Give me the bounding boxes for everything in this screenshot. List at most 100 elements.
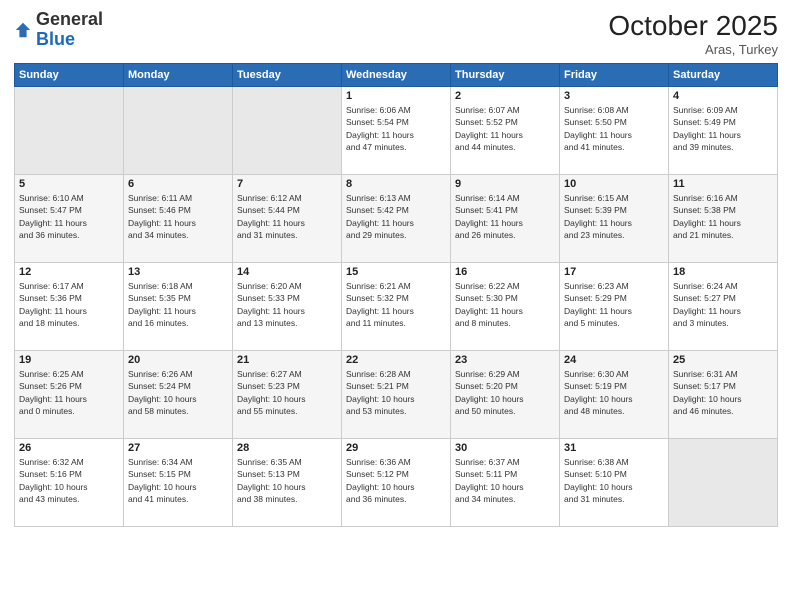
- cell-1-5: 10 Sunrise: 6:15 AM Sunset: 5:39 PM Dayli…: [560, 175, 669, 263]
- day-info-14: Sunrise: 6:20 AM Sunset: 5:33 PM Dayligh…: [237, 280, 337, 329]
- day-info-19: Sunrise: 6:25 AM Sunset: 5:26 PM Dayligh…: [19, 368, 119, 417]
- cell-1-1: 6 Sunrise: 6:11 AM Sunset: 5:46 PM Daylig…: [124, 175, 233, 263]
- day-info-11: Sunrise: 6:16 AM Sunset: 5:38 PM Dayligh…: [673, 192, 773, 241]
- weekday-saturday: Saturday: [669, 64, 778, 87]
- cell-4-2: 28Sunrise: 6:35 AM Sunset: 5:13 PM Dayli…: [233, 439, 342, 527]
- cell-4-3: 29Sunrise: 6:36 AM Sunset: 5:12 PM Dayli…: [342, 439, 451, 527]
- day-number-8: 8: [346, 178, 446, 190]
- header: General Blue October 2025 Aras, Turkey: [14, 10, 778, 57]
- day-info-30: Sunrise: 6:37 AM Sunset: 5:11 PM Dayligh…: [455, 456, 555, 505]
- day-number-3: 3: [564, 90, 664, 102]
- cell-1-2: 7 Sunrise: 6:12 AM Sunset: 5:44 PM Daylig…: [233, 175, 342, 263]
- day-info-2: Sunrise: 6:07 AM Sunset: 5:52 PM Dayligh…: [455, 104, 555, 153]
- calendar-body: 1 Sunrise: 6:06 AM Sunset: 5:54 PM Daylig…: [15, 87, 778, 527]
- cell-3-5: 24 Sunrise: 6:30 AM Sunset: 5:19 PM Dayli…: [560, 351, 669, 439]
- cell-4-4: 30 Sunrise: 6:37 AM Sunset: 5:11 PM Dayli…: [451, 439, 560, 527]
- day-info-25: Sunrise: 6:31 AM Sunset: 5:17 PM Dayligh…: [673, 368, 773, 417]
- day-info-31: Sunrise: 6:38 AM Sunset: 5:10 PM Dayligh…: [564, 456, 664, 505]
- day-info-8: Sunrise: 6:13 AM Sunset: 5:42 PM Dayligh…: [346, 192, 446, 241]
- day-number-24: 24: [564, 354, 664, 366]
- weekday-monday: Monday: [124, 64, 233, 87]
- day-number-17: 17: [564, 266, 664, 278]
- day-number-20: 20: [128, 354, 228, 366]
- cell-1-0: 5 Sunrise: 6:10 AM Sunset: 5:47 PM Daylig…: [15, 175, 124, 263]
- day-info-1: Sunrise: 6:06 AM Sunset: 5:54 PM Dayligh…: [346, 104, 446, 153]
- day-number-16: 16: [455, 266, 555, 278]
- day-info-4: Sunrise: 6:09 AM Sunset: 5:49 PM Dayligh…: [673, 104, 773, 153]
- logo-icon: [14, 21, 32, 39]
- cell-2-5: 17 Sunrise: 6:23 AM Sunset: 5:29 PM Dayli…: [560, 263, 669, 351]
- day-number-1: 1: [346, 90, 446, 102]
- cell-2-2: 14 Sunrise: 6:20 AM Sunset: 5:33 PM Dayli…: [233, 263, 342, 351]
- weekday-friday: Friday: [560, 64, 669, 87]
- cell-0-0: [15, 87, 124, 175]
- day-info-23: Sunrise: 6:29 AM Sunset: 5:20 PM Dayligh…: [455, 368, 555, 417]
- cell-3-1: 20 Sunrise: 6:26 AM Sunset: 5:24 PM Dayli…: [124, 351, 233, 439]
- cell-1-3: 8 Sunrise: 6:13 AM Sunset: 5:42 PM Daylig…: [342, 175, 451, 263]
- cell-4-6: [669, 439, 778, 527]
- calendar-header: Sunday Monday Tuesday Wednesday Thursday…: [15, 64, 778, 87]
- day-info-20: Sunrise: 6:26 AM Sunset: 5:24 PM Dayligh…: [128, 368, 228, 417]
- week-row-2: 12Sunrise: 6:17 AM Sunset: 5:36 PM Dayli…: [15, 263, 778, 351]
- day-number-7: 7: [237, 178, 337, 190]
- cell-0-5: 3 Sunrise: 6:08 AM Sunset: 5:50 PM Daylig…: [560, 87, 669, 175]
- day-info-24: Sunrise: 6:30 AM Sunset: 5:19 PM Dayligh…: [564, 368, 664, 417]
- day-number-2: 2: [455, 90, 555, 102]
- cell-0-1: [124, 87, 233, 175]
- day-info-15: Sunrise: 6:21 AM Sunset: 5:32 PM Dayligh…: [346, 280, 446, 329]
- cell-3-4: 23 Sunrise: 6:29 AM Sunset: 5:20 PM Dayli…: [451, 351, 560, 439]
- calendar: Sunday Monday Tuesday Wednesday Thursday…: [14, 63, 778, 527]
- day-info-21: Sunrise: 6:27 AM Sunset: 5:23 PM Dayligh…: [237, 368, 337, 417]
- day-info-17: Sunrise: 6:23 AM Sunset: 5:29 PM Dayligh…: [564, 280, 664, 329]
- day-info-12: Sunrise: 6:17 AM Sunset: 5:36 PM Dayligh…: [19, 280, 119, 329]
- day-info-3: Sunrise: 6:08 AM Sunset: 5:50 PM Dayligh…: [564, 104, 664, 153]
- cell-4-0: 26Sunrise: 6:32 AM Sunset: 5:16 PM Dayli…: [15, 439, 124, 527]
- cell-3-6: 25 Sunrise: 6:31 AM Sunset: 5:17 PM Dayli…: [669, 351, 778, 439]
- day-info-22: Sunrise: 6:28 AM Sunset: 5:21 PM Dayligh…: [346, 368, 446, 417]
- logo: General Blue: [14, 10, 103, 50]
- day-number-21: 21: [237, 354, 337, 366]
- day-number-25: 25: [673, 354, 773, 366]
- location-subtitle: Aras, Turkey: [608, 42, 778, 57]
- day-info-28: Sunrise: 6:35 AM Sunset: 5:13 PM Dayligh…: [237, 456, 337, 505]
- week-row-1: 5 Sunrise: 6:10 AM Sunset: 5:47 PM Daylig…: [15, 175, 778, 263]
- weekday-thursday: Thursday: [451, 64, 560, 87]
- logo-blue: Blue: [36, 29, 75, 49]
- day-number-4: 4: [673, 90, 773, 102]
- day-number-6: 6: [128, 178, 228, 190]
- day-number-10: 10: [564, 178, 664, 190]
- cell-2-1: 13Sunrise: 6:18 AM Sunset: 5:35 PM Dayli…: [124, 263, 233, 351]
- day-info-7: Sunrise: 6:12 AM Sunset: 5:44 PM Dayligh…: [237, 192, 337, 241]
- cell-0-4: 2 Sunrise: 6:07 AM Sunset: 5:52 PM Daylig…: [451, 87, 560, 175]
- day-number-5: 5: [19, 178, 119, 190]
- day-info-6: Sunrise: 6:11 AM Sunset: 5:46 PM Dayligh…: [128, 192, 228, 241]
- day-number-14: 14: [237, 266, 337, 278]
- page: General Blue October 2025 Aras, Turkey S…: [0, 0, 792, 612]
- week-row-3: 19Sunrise: 6:25 AM Sunset: 5:26 PM Dayli…: [15, 351, 778, 439]
- cell-0-2: [233, 87, 342, 175]
- cell-3-3: 22Sunrise: 6:28 AM Sunset: 5:21 PM Dayli…: [342, 351, 451, 439]
- day-number-30: 30: [455, 442, 555, 454]
- cell-3-0: 19Sunrise: 6:25 AM Sunset: 5:26 PM Dayli…: [15, 351, 124, 439]
- weekday-sunday: Sunday: [15, 64, 124, 87]
- cell-1-6: 11Sunrise: 6:16 AM Sunset: 5:38 PM Dayli…: [669, 175, 778, 263]
- day-number-15: 15: [346, 266, 446, 278]
- day-number-27: 27: [128, 442, 228, 454]
- cell-0-6: 4 Sunrise: 6:09 AM Sunset: 5:49 PM Daylig…: [669, 87, 778, 175]
- day-number-26: 26: [19, 442, 119, 454]
- cell-2-6: 18Sunrise: 6:24 AM Sunset: 5:27 PM Dayli…: [669, 263, 778, 351]
- day-info-10: Sunrise: 6:15 AM Sunset: 5:39 PM Dayligh…: [564, 192, 664, 241]
- cell-2-3: 15 Sunrise: 6:21 AM Sunset: 5:32 PM Dayli…: [342, 263, 451, 351]
- day-info-13: Sunrise: 6:18 AM Sunset: 5:35 PM Dayligh…: [128, 280, 228, 329]
- weekday-row: Sunday Monday Tuesday Wednesday Thursday…: [15, 64, 778, 87]
- day-number-23: 23: [455, 354, 555, 366]
- cell-1-4: 9Sunrise: 6:14 AM Sunset: 5:41 PM Daylig…: [451, 175, 560, 263]
- week-row-0: 1 Sunrise: 6:06 AM Sunset: 5:54 PM Daylig…: [15, 87, 778, 175]
- cell-3-2: 21 Sunrise: 6:27 AM Sunset: 5:23 PM Dayli…: [233, 351, 342, 439]
- cell-4-5: 31Sunrise: 6:38 AM Sunset: 5:10 PM Dayli…: [560, 439, 669, 527]
- day-info-29: Sunrise: 6:36 AM Sunset: 5:12 PM Dayligh…: [346, 456, 446, 505]
- logo-text: General Blue: [36, 10, 103, 50]
- day-info-5: Sunrise: 6:10 AM Sunset: 5:47 PM Dayligh…: [19, 192, 119, 241]
- day-info-16: Sunrise: 6:22 AM Sunset: 5:30 PM Dayligh…: [455, 280, 555, 329]
- month-title: October 2025: [608, 10, 778, 42]
